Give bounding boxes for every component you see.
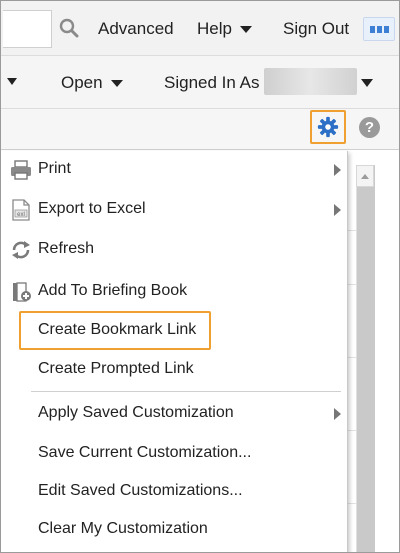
page-options-menu: Print exl Export to Excel Refresh Add To… bbox=[1, 151, 348, 552]
menu-item-label: Clear My Customization bbox=[38, 520, 208, 537]
chevron-right-icon bbox=[334, 204, 341, 216]
menu-item-print[interactable]: Print bbox=[1, 151, 347, 189]
menu-item-clear-my-customization[interactable]: Clear My Customization bbox=[1, 511, 347, 549]
username-redacted bbox=[264, 68, 357, 95]
menu-item-edit-saved-customizations[interactable]: Edit Saved Customizations... bbox=[1, 473, 347, 511]
sign-out-link[interactable]: Sign Out bbox=[283, 19, 349, 39]
excel-file-icon: exl bbox=[12, 199, 30, 221]
menu-item-label: Print bbox=[38, 160, 71, 177]
help-menu-label: Help bbox=[197, 19, 232, 38]
top-bar: Advanced Help Sign Out bbox=[1, 1, 399, 56]
signed-in-as-label: Signed In As bbox=[164, 73, 260, 92]
menu-item-label: Create Prompted Link bbox=[38, 360, 194, 377]
page-options-button[interactable] bbox=[310, 110, 346, 144]
menu-item-apply-saved-customization[interactable]: Apply Saved Customization bbox=[1, 395, 347, 433]
refresh-icon bbox=[12, 241, 30, 259]
menu-item-create-prompted-link[interactable]: Create Prompted Link bbox=[1, 351, 347, 389]
menu-item-label: Refresh bbox=[38, 240, 95, 257]
svg-text:exl: exl bbox=[17, 212, 25, 218]
scroll-up-button[interactable] bbox=[356, 165, 374, 187]
help-menu[interactable]: Help bbox=[197, 19, 252, 39]
menu-separator bbox=[31, 391, 341, 392]
chevron-down-icon bbox=[110, 80, 123, 88]
scrollbar[interactable] bbox=[356, 165, 375, 552]
window-frame: Advanced Help Sign Out Open Signed In As bbox=[0, 0, 400, 553]
help-icon[interactable]: ? bbox=[359, 117, 380, 138]
open-menu[interactable]: Open bbox=[61, 73, 123, 93]
highlight-box bbox=[19, 311, 211, 350]
menu-item-add-briefing-book[interactable]: Add To Briefing Book bbox=[1, 273, 347, 311]
chevron-right-icon bbox=[334, 408, 341, 420]
menu-item-label: Save Current Customization... bbox=[38, 444, 252, 461]
gear-icon bbox=[317, 116, 339, 138]
menu-item-label: Edit Saved Customizations... bbox=[38, 482, 243, 499]
briefing-book-icon bbox=[13, 282, 31, 302]
secondary-bar: Open Signed In As bbox=[1, 56, 399, 109]
open-menu-label: Open bbox=[61, 73, 103, 92]
chevron-right-icon bbox=[334, 164, 341, 176]
search-icon[interactable] bbox=[59, 18, 79, 38]
chevron-down-icon[interactable] bbox=[7, 78, 17, 85]
advanced-link[interactable]: Advanced bbox=[98, 19, 174, 39]
menu-item-save-current-customization[interactable]: Save Current Customization... bbox=[1, 435, 347, 473]
search-input[interactable] bbox=[3, 10, 52, 48]
menu-item-export-excel[interactable]: exl Export to Excel bbox=[1, 191, 347, 229]
apps-icon[interactable] bbox=[363, 17, 395, 41]
menu-item-label: Export to Excel bbox=[38, 200, 146, 217]
menu-item-refresh[interactable]: Refresh bbox=[1, 231, 347, 269]
printer-icon bbox=[11, 160, 31, 180]
chevron-down-icon[interactable] bbox=[361, 79, 373, 87]
menu-item-label: Add To Briefing Book bbox=[38, 282, 188, 299]
chevron-down-icon bbox=[239, 26, 252, 34]
menu-item-label: Apply Saved Customization bbox=[38, 404, 234, 421]
